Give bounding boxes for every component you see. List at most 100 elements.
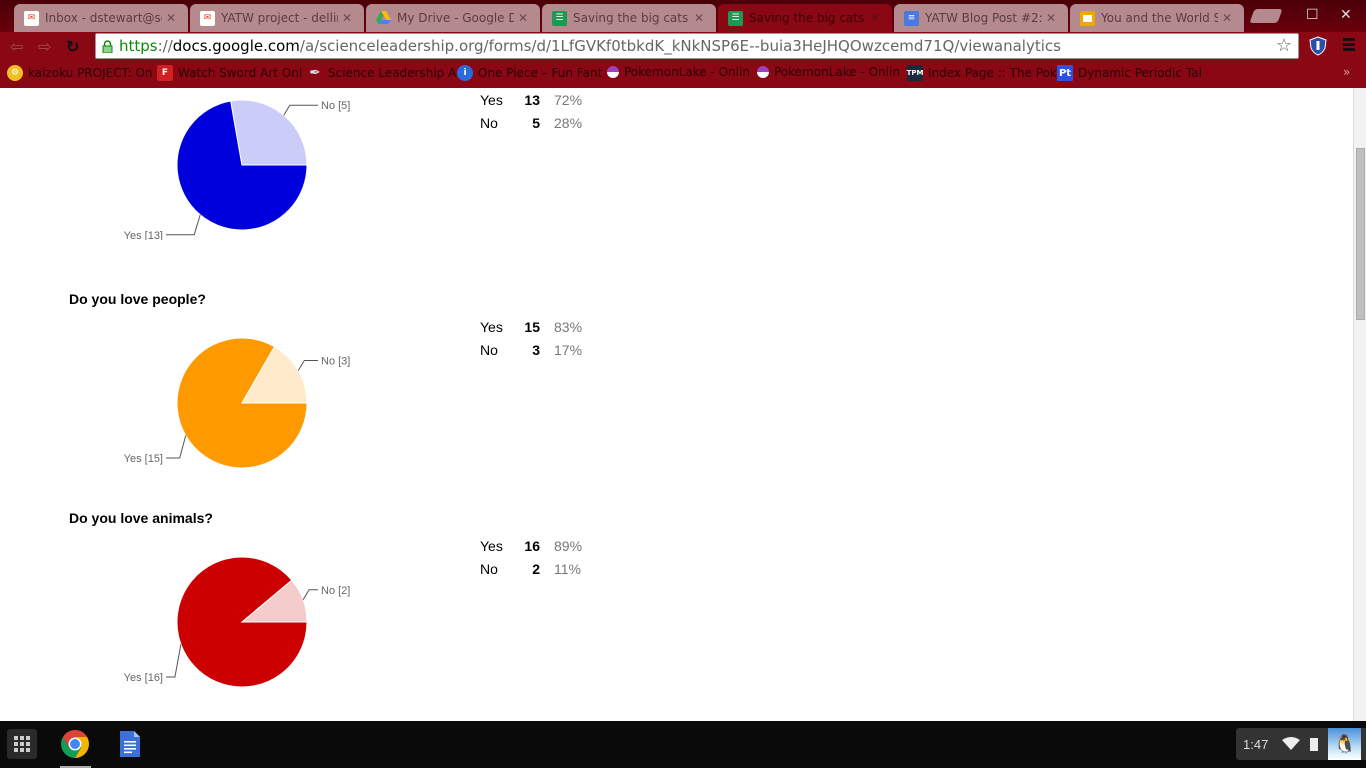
vertical-scrollbar[interactable] [1353, 88, 1366, 721]
summary-row: Yes 13 72% [480, 88, 582, 111]
url-scheme: https [119, 37, 158, 55]
close-icon[interactable]: ✕ [694, 11, 706, 25]
answer-label: Yes [480, 318, 503, 335]
maximize-icon[interactable]: ☐ [1306, 6, 1319, 23]
answer-percent: 11% [554, 560, 581, 577]
pie-label-leader [166, 214, 201, 236]
status-tray[interactable]: 1:47 🐧 [1236, 728, 1366, 760]
app-launcher-button[interactable] [7, 729, 37, 759]
avatar: 🐧 [1328, 728, 1362, 760]
bookmark-label: Science Leadership A [328, 66, 457, 80]
tab-3[interactable]: ☰ Saving the big cats - G ✕ [542, 4, 716, 32]
bookmark-label: Index Page :: The Pok [928, 66, 1057, 80]
answer-label: Yes [480, 537, 503, 554]
google-slides-icon [1080, 10, 1095, 26]
back-icon[interactable]: ⇦ [10, 37, 23, 57]
forward-icon[interactable]: ⇨ [38, 37, 51, 57]
answer-count: 15 [524, 318, 540, 335]
summary-row: No 3 17% [480, 338, 582, 361]
close-icon[interactable]: ✕ [518, 11, 530, 25]
tab-title: Saving the big cats - G [749, 11, 866, 25]
question-title: Do you love people? [69, 291, 206, 307]
bookmark-2[interactable]: ✒ Science Leadership A [307, 65, 457, 81]
tab-title: You and the World Slic [1101, 11, 1218, 25]
tab-title: Saving the big cats - G [573, 11, 690, 25]
new-tab-button[interactable] [1249, 9, 1283, 23]
url-host: docs.google.com [172, 37, 300, 55]
close-icon[interactable]: ✕ [870, 11, 882, 25]
response-summary: Yes 16 89% No 2 11% [480, 534, 582, 580]
pie-chart: Yes [16] No [2] [124, 556, 350, 688]
bookmarks-overflow-button[interactable]: » [1343, 65, 1350, 79]
feather-pen-icon: ✒ [309, 65, 321, 81]
chrome-icon [61, 730, 89, 758]
battery-icon [1310, 737, 1319, 751]
answer-percent: 72% [554, 91, 583, 108]
clock: 1:47 [1243, 736, 1269, 752]
tab-4-active[interactable]: ☰ Saving the big cats - G ✕ [718, 4, 892, 32]
bookmark-label: Dynamic Periodic Tal [1078, 66, 1202, 80]
answer-count: 16 [524, 537, 540, 554]
reload-icon[interactable]: ↻ [66, 37, 79, 57]
answer-label: No [480, 560, 498, 577]
pie-label-no: No [3] [321, 356, 350, 368]
tab-2[interactable]: My Drive - Google Dri ✕ [366, 4, 540, 32]
menu-icon[interactable] [1343, 38, 1355, 51]
bookmark-star-icon[interactable]: ☆ [1276, 35, 1292, 56]
close-icon[interactable]: ✕ [166, 11, 178, 25]
pie-label-leader [302, 589, 318, 601]
bookmark-6[interactable]: TPM Index Page :: The Pok [907, 65, 1057, 81]
google-docs-app-button[interactable] [119, 730, 141, 758]
bookmark-label: PokemonLake - Onlin [774, 65, 900, 79]
info-icon: i [457, 65, 473, 81]
google-drive-icon [376, 11, 391, 26]
kaizoku-icon: ⚙ [7, 65, 23, 81]
answer-percent: 89% [554, 537, 583, 554]
bookmark-label: kaizoku PROJECT: On [28, 66, 153, 80]
answer-label: No [480, 114, 498, 131]
summary-row: Yes 15 83% [480, 315, 582, 338]
bookmark-3[interactable]: i One Piece – Fun Fant [457, 65, 607, 81]
bookmark-5[interactable]: PokemonLake - Onlin [757, 65, 907, 79]
pie-label-yes: Yes [15] [124, 453, 163, 465]
close-window-icon[interactable]: ✕ [1340, 6, 1352, 23]
close-icon[interactable]: ✕ [1046, 11, 1058, 25]
pie-label-yes: Yes [16] [124, 672, 163, 684]
bookmark-1[interactable]: F Watch Sword Art Onl [157, 65, 307, 81]
pie-slice-no[interactable] [230, 99, 308, 166]
chrome-app-button[interactable] [60, 729, 91, 768]
google-forms-icon: ☰ [728, 10, 743, 26]
url-separator: :// [157, 37, 173, 55]
pie-chart: Yes [15] No [3] [124, 337, 350, 469]
bookmark-label: One Piece – Fun Fant [478, 66, 603, 80]
pie-label-no: No [2] [321, 585, 350, 597]
page-content: Yes [13] No [5] Yes 13 72% No 5 28% Do you lo… [0, 88, 1366, 721]
scrollbar-thumb[interactable] [1356, 148, 1365, 320]
google-docs-icon: ≡ [904, 10, 919, 26]
bookmarks-bar: ⚙ kaizoku PROJECT: On F Watch Sword Art … [0, 62, 1366, 86]
extension-shield-icon[interactable] [1309, 36, 1327, 56]
google-docs-icon [120, 731, 140, 757]
tab-0[interactable]: ✉ Inbox - dstewart@scie ✕ [14, 4, 188, 32]
bookmark-0[interactable]: ⚙ kaizoku PROJECT: On [7, 65, 157, 81]
answer-count: 13 [524, 91, 540, 108]
pie-chart: Yes [13] No [5] [124, 99, 350, 240]
bookmark-7[interactable]: Pt Dynamic Periodic Tal [1057, 65, 1207, 81]
bookmark-4[interactable]: PokemonLake - Onlin [607, 65, 757, 79]
url-path: /a/scienceleadership.org/forms/d/1LfGVKf… [299, 37, 1061, 55]
pie-label-no: No [5] [321, 100, 350, 112]
google-forms-icon: ☰ [552, 10, 567, 26]
close-icon[interactable]: ✕ [1222, 11, 1234, 25]
tab-title: Inbox - dstewart@scie [45, 11, 162, 25]
answer-count: 2 [532, 560, 540, 577]
address-bar[interactable]: https://docs.google.com/a/scienceleaders… [95, 33, 1299, 59]
tab-6[interactable]: You and the World Slic ✕ [1070, 4, 1244, 32]
pie-label-leader [166, 435, 187, 459]
tab-title: YATW project - delling [221, 11, 338, 25]
close-icon[interactable]: ✕ [342, 11, 354, 25]
pokeball-icon [607, 66, 619, 78]
tab-1[interactable]: ✉ YATW project - delling ✕ [190, 4, 364, 32]
tab-5[interactable]: ≡ YATW Blog Post #2:Sa ✕ [894, 4, 1068, 32]
wifi-icon [1282, 737, 1301, 750]
os-shelf: 1:47 🐧 [0, 721, 1366, 768]
